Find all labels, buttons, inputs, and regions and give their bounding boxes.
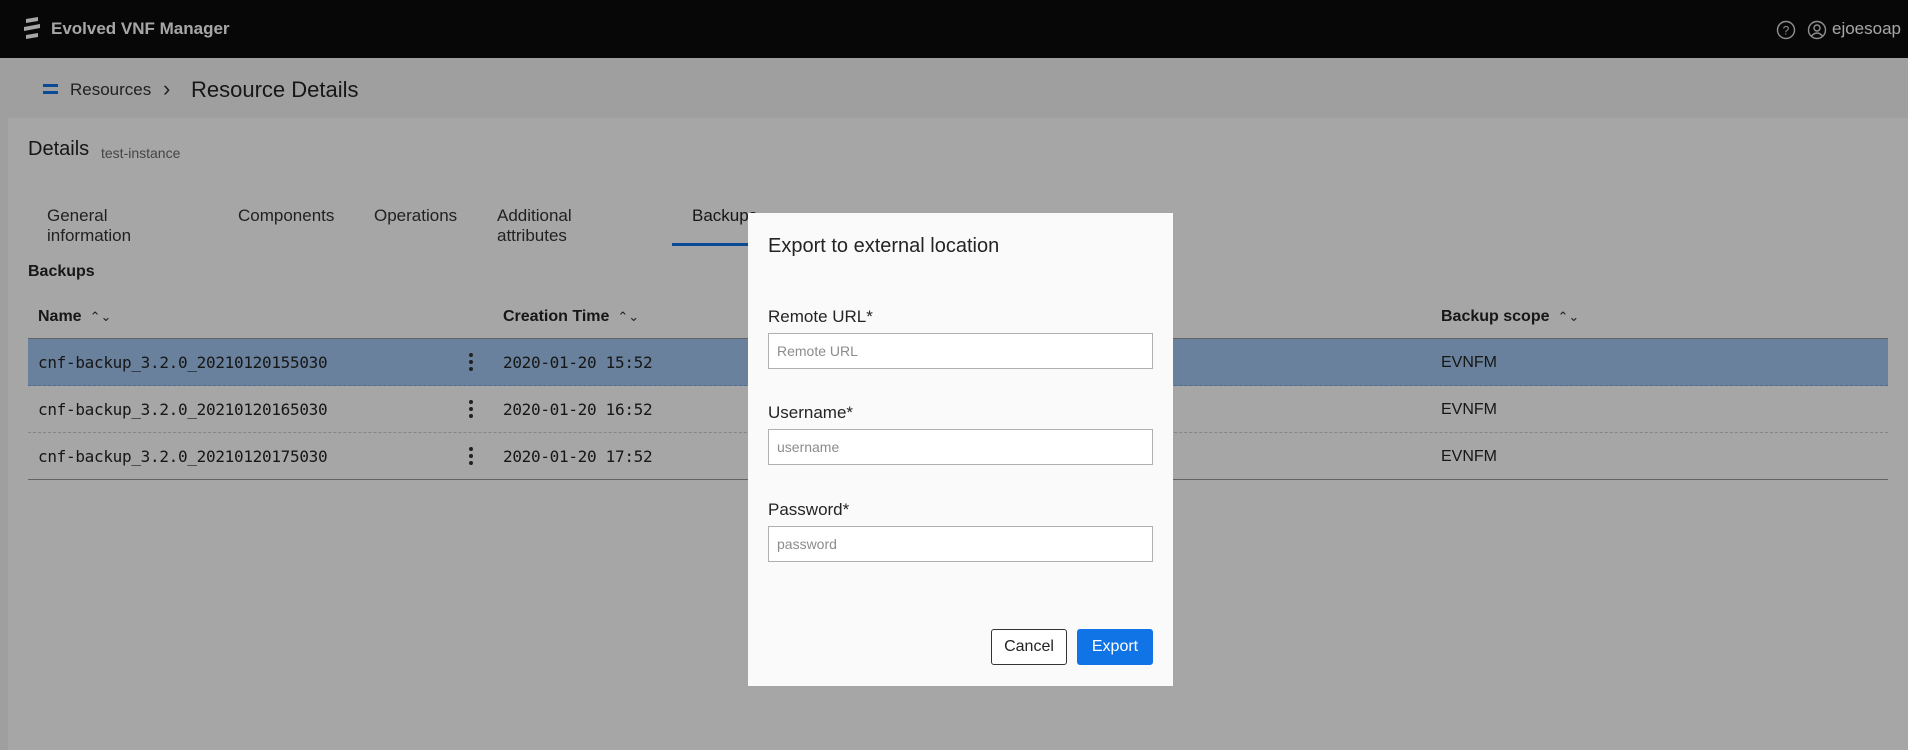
export-dialog: Export to external location Remote URL* …: [748, 213, 1173, 686]
cancel-button[interactable]: Cancel: [991, 629, 1067, 665]
dialog-title: Export to external location: [768, 235, 1000, 257]
username-input[interactable]: [768, 429, 1153, 465]
password-label: Password*: [768, 500, 850, 519]
remote-url-input[interactable]: [768, 333, 1153, 369]
username-label: Username*: [768, 403, 854, 422]
export-button[interactable]: Export: [1077, 629, 1153, 665]
password-input[interactable]: [768, 526, 1153, 562]
remote-url-label: Remote URL*: [768, 307, 873, 326]
